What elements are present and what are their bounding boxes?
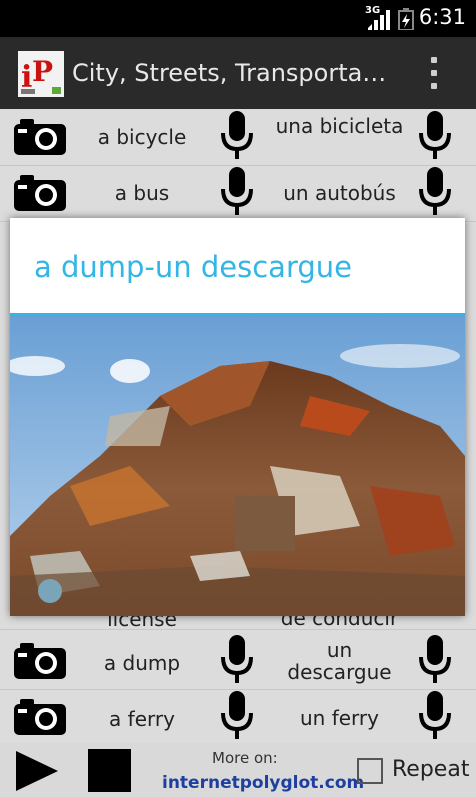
bottom-bar: More on: internetpolyglot.com Repeat (0, 743, 476, 797)
repeat-label[interactable]: Repeat (392, 757, 469, 782)
list-item: a ferry un ferry (0, 689, 476, 744)
microphone-icon[interactable] (220, 691, 254, 743)
spanish-word[interactable]: una bicicleta (272, 115, 407, 137)
camera-icon[interactable] (12, 117, 68, 157)
microphone-icon[interactable] (418, 167, 452, 219)
battery-icon (398, 8, 414, 30)
app-logo-icon: i P (18, 51, 64, 97)
status-bar: 3G 6:31 (0, 0, 476, 37)
microphone-icon[interactable] (418, 111, 452, 163)
svg-text:P: P (32, 55, 53, 88)
dialog-title: a dump-un descargue (34, 250, 352, 284)
app-title: City, Streets, Transporta… (72, 59, 387, 87)
overflow-dot-icon (431, 70, 437, 76)
microphone-icon[interactable] (418, 635, 452, 687)
english-word[interactable]: a ferry (82, 707, 202, 731)
overflow-dot-icon (431, 57, 437, 63)
image-dialog[interactable]: a dump-un descargue (10, 218, 465, 616)
english-word[interactable]: a bicycle (82, 125, 202, 149)
website-link[interactable]: internetpolyglot.com (162, 773, 364, 793)
microphone-icon[interactable] (220, 635, 254, 687)
camera-icon[interactable] (12, 173, 68, 213)
dump-photo-image (10, 316, 465, 616)
action-bar: i P City, Streets, Transporta… (0, 37, 476, 109)
more-on-label: More on: (212, 749, 278, 767)
camera-icon[interactable] (12, 697, 68, 737)
spanish-word[interactable]: un ferry (272, 707, 407, 729)
list-item: a bus un autobús (0, 165, 476, 222)
microphone-icon[interactable] (418, 691, 452, 743)
overflow-menu-button[interactable] (430, 57, 438, 91)
overflow-dot-icon (431, 83, 437, 89)
spanish-word[interactable]: un autobús (272, 182, 407, 204)
microphone-icon[interactable] (220, 111, 254, 163)
spanish-word[interactable]: un descargue (272, 639, 407, 683)
status-time: 6:31 (418, 5, 466, 29)
english-word[interactable]: a bus (82, 181, 202, 205)
list-item: a dump un descargue (0, 633, 476, 690)
play-icon[interactable] (14, 751, 58, 791)
microphone-icon[interactable] (220, 167, 254, 219)
signal-icon (368, 10, 390, 30)
list-item: a bicycle una bicicleta (0, 109, 476, 166)
camera-icon[interactable] (12, 641, 68, 681)
stop-icon[interactable] (88, 749, 131, 792)
english-word[interactable]: a dump (82, 651, 202, 675)
repeat-checkbox[interactable] (357, 758, 383, 784)
